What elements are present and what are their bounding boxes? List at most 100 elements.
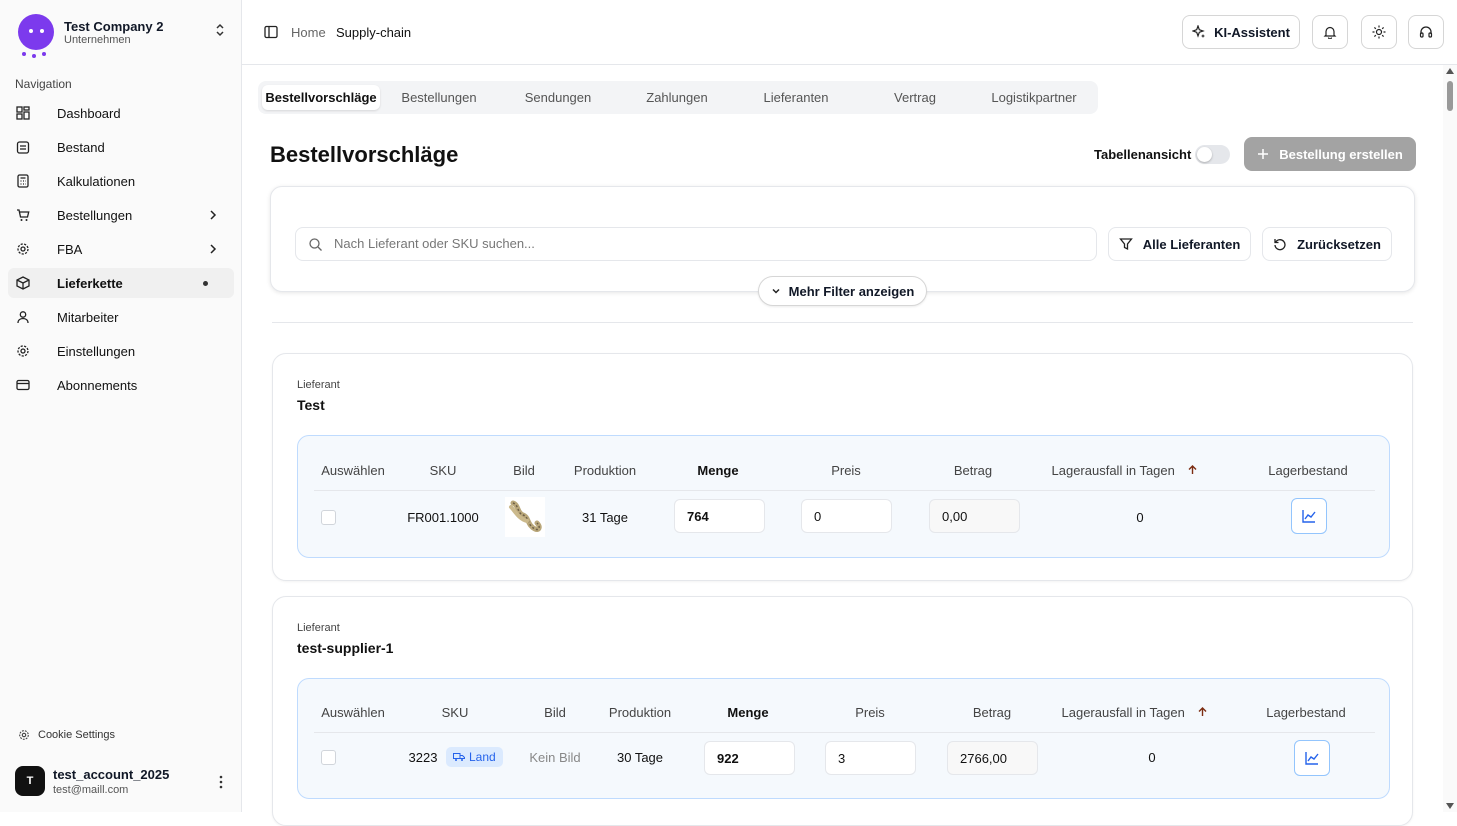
sidebar-item-bestand[interactable]: Bestand <box>8 132 234 162</box>
avatar: T <box>15 766 45 796</box>
scroll-up-arrow-icon[interactable] <box>1446 68 1454 74</box>
support-button[interactable] <box>1408 15 1444 49</box>
search-field[interactable] <box>295 227 1097 261</box>
plus-icon <box>1258 149 1269 159</box>
chevron-up-down-icon <box>216 23 224 37</box>
column-header: SKU <box>441 705 469 720</box>
sidebar-item-einstellungen[interactable]: Einstellungen <box>8 336 234 366</box>
table-view-toggle[interactable] <box>1195 145 1230 164</box>
dashboard-icon <box>16 106 30 120</box>
settings-icon <box>17 345 29 357</box>
column-header: Produktion <box>573 463 637 478</box>
scroll-down-arrow-icon[interactable] <box>1446 803 1454 809</box>
sidebar-item-fba[interactable]: FBA <box>8 234 234 264</box>
tab-sendungen[interactable]: Sendungen <box>499 85 617 110</box>
order-suggestion-table: Auswählen SKU Bild Produktion Menge Prei… <box>297 435 1390 558</box>
price-input[interactable]: 3 <box>825 741 916 775</box>
price-input[interactable]: 0 <box>801 499 892 533</box>
column-header-label: Lagerausfall in Tagen <box>1061 705 1185 720</box>
sidebar-item-label: Mitarbeiter <box>57 309 119 325</box>
scroll-thumb[interactable] <box>1447 81 1453 111</box>
card-icon <box>16 379 30 391</box>
column-header: SKU <box>429 463 457 478</box>
notifications-button[interactable] <box>1312 15 1348 49</box>
sidebar-item-lieferkette[interactable]: Lieferkette <box>8 268 234 298</box>
stockout-days-cell: 0 <box>1148 750 1156 765</box>
more-filters-button[interactable]: Mehr Filter anzeigen <box>758 276 927 306</box>
more-vertical-icon[interactable] <box>219 774 223 790</box>
sun-icon <box>1372 25 1386 39</box>
ai-assistant-label: KI-Assistent <box>1214 24 1290 40</box>
search-icon <box>309 238 322 251</box>
rope-image <box>505 497 545 537</box>
tab-bestellungen[interactable]: Bestellungen <box>380 85 498 110</box>
sidebar-item-kalkulationen[interactable]: Kalkulationen <box>8 166 234 196</box>
tab-vertrag[interactable]: Vertrag <box>856 85 974 110</box>
supplier-name: Test <box>297 397 325 413</box>
header-divider <box>314 490 1375 491</box>
sidebar-item-label: Kalkulationen <box>57 173 136 189</box>
sku-cell: FR001.1000 <box>407 510 479 525</box>
amount-field: 2766,00 <box>947 741 1038 775</box>
sidebar-item-bestellungen[interactable]: Bestellungen <box>8 200 234 230</box>
column-header: Betrag <box>972 705 1012 720</box>
create-order-button[interactable]: Bestellung erstellen <box>1244 137 1416 171</box>
quantity-input[interactable]: 922 <box>704 741 795 775</box>
column-header: Preis <box>855 705 885 720</box>
search-input[interactable] <box>334 236 1074 251</box>
column-header-sortable[interactable]: Lagerausfall in Tagen <box>1062 705 1209 720</box>
tab-bar: Bestellvorschläge Bestellungen Sendungen… <box>258 81 1098 114</box>
column-header-sortable[interactable]: Lagerausfall in Tagen <box>1052 463 1199 478</box>
quantity-input[interactable]: 764 <box>674 499 765 533</box>
supplier-card: Lieferant test-supplier-1 Auswählen SKU … <box>272 596 1413 826</box>
company-subtitle: Unternehmen <box>64 33 131 46</box>
sidebar-item-label: Lieferkette <box>57 275 123 291</box>
breadcrumb-home[interactable]: Home <box>291 25 326 40</box>
column-header-label: Lagerausfall in Tagen <box>1051 463 1175 478</box>
box-icon <box>16 276 30 290</box>
filter-icon <box>1118 238 1133 251</box>
ai-assistant-button[interactable]: KI-Assistent <box>1182 15 1300 49</box>
stock-chart-button[interactable] <box>1291 498 1327 534</box>
supplier-label: Lieferant <box>297 379 340 391</box>
tab-bestellvorschlaege[interactable]: Bestellvorschläge <box>262 85 380 110</box>
reset-button[interactable]: Zurücksetzen <box>1262 227 1392 261</box>
column-header: Preis <box>831 463 861 478</box>
sidebar-item-label: Bestand <box>57 139 105 155</box>
row-select-checkbox[interactable] <box>321 510 336 525</box>
theme-toggle-button[interactable] <box>1361 15 1397 49</box>
tab-lieferanten[interactable]: Lieferanten <box>737 85 855 110</box>
supplier-filter-button[interactable]: Alle Lieferanten <box>1108 227 1251 261</box>
user-menu[interactable]: T test_account_2025 test@maill.com <box>15 762 235 802</box>
row-select-checkbox[interactable] <box>321 750 336 765</box>
page-scrollbar[interactable] <box>1443 65 1457 812</box>
cookie-settings-link[interactable]: Cookie Settings <box>18 729 115 741</box>
sidebar-item-mitarbeiter[interactable]: Mitarbeiter <box>8 302 234 332</box>
sidebar-item-label: Abonnements <box>57 377 138 393</box>
tab-zahlungen[interactable]: Zahlungen <box>618 85 736 110</box>
create-order-label: Bestellung erstellen <box>1279 146 1403 162</box>
nav-section-label: Navigation <box>15 77 72 91</box>
sidebar-item-abonnements[interactable]: Abonnements <box>8 370 234 400</box>
tab-logistikpartner[interactable]: Logistikpartner <box>975 85 1093 110</box>
active-indicator <box>203 281 208 286</box>
page-title: Bestellvorschläge <box>270 142 459 167</box>
toggle-knob <box>1197 147 1212 162</box>
top-bar: Home Supply-chain KI-Assistent <box>242 0 1457 65</box>
company-logo <box>18 14 54 58</box>
headset-icon <box>1419 26 1433 38</box>
cookie-settings-label: Cookie Settings <box>38 729 116 741</box>
sort-ascending-icon <box>1198 707 1207 716</box>
production-cell: 30 Tage <box>616 750 664 765</box>
sparkles-icon <box>1192 25 1206 38</box>
stock-chart-button[interactable] <box>1294 740 1330 776</box>
line-chart-icon <box>1305 752 1319 765</box>
sidebar-toggle-icon[interactable] <box>264 25 278 39</box>
sidebar-item-dashboard[interactable]: Dashboard <box>8 98 234 128</box>
company-switcher[interactable]: Test Company 2 Unternehmen <box>8 6 234 58</box>
column-header: Auswählen <box>321 463 385 478</box>
sidebar: Test Company 2 Unternehmen Navigation Da… <box>0 0 242 812</box>
column-header: Lagerbestand <box>1266 705 1346 720</box>
column-header: Menge <box>697 463 739 478</box>
cart-icon <box>17 209 30 221</box>
